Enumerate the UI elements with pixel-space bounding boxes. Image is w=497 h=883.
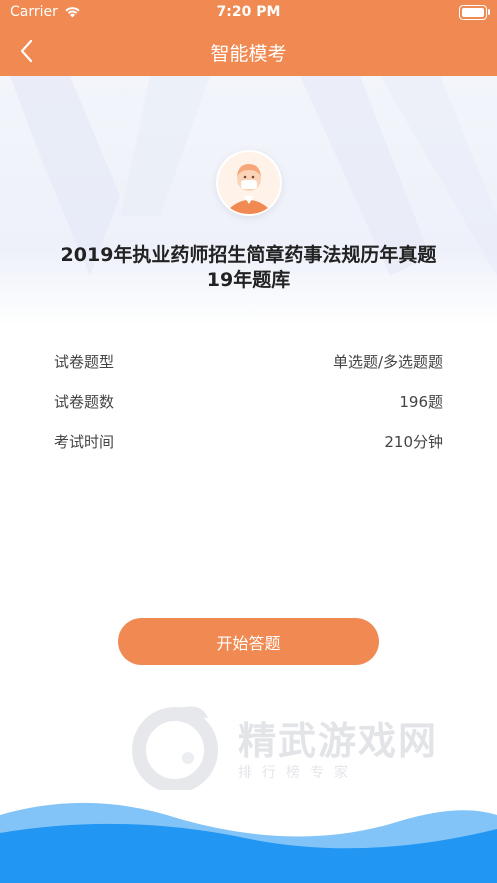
battery-icon (459, 5, 490, 20)
watermark-text: 精武游戏网 (238, 719, 439, 763)
paper-title: 2019年执业药师招生简章药事法规历年真题 19年题库 (20, 243, 477, 293)
info-label: 试卷题数 (54, 393, 115, 411)
watermark-logo-icon (132, 706, 218, 793)
bottom-wave-decoration (0, 802, 497, 883)
info-row-question-type: 试卷题型 单选题/多选题题 (54, 351, 443, 373)
start-answer-button[interactable]: 开始答题 (118, 618, 379, 665)
info-value: 196题 (399, 393, 443, 411)
avatar (216, 150, 282, 216)
doctor-avatar-icon (218, 152, 280, 214)
status-bar: Carrier 7:20 PM (0, 0, 497, 26)
info-label: 试卷题型 (54, 353, 115, 371)
info-row-question-count: 试卷题数 196题 (54, 391, 443, 413)
info-row-exam-time: 考试时间 210分钟 (54, 431, 443, 453)
paper-title-line2: 19年题库 (206, 269, 291, 291)
watermark: 精武游戏网 排行榜专家 (130, 700, 470, 793)
info-value: 单选题/多选题题 (332, 353, 443, 371)
page-title: 智能模考 (210, 43, 287, 65)
info-value: 210分钟 (384, 433, 443, 451)
watermark-subtext: 排行榜专家 (238, 765, 358, 781)
paper-title-line1: 2019年执业药师招生简章药事法规历年真题 (60, 244, 437, 266)
status-time: 7:20 PM (216, 4, 281, 20)
navigation-bar: 智能模考 (0, 26, 497, 76)
info-label: 考试时间 (54, 433, 115, 451)
